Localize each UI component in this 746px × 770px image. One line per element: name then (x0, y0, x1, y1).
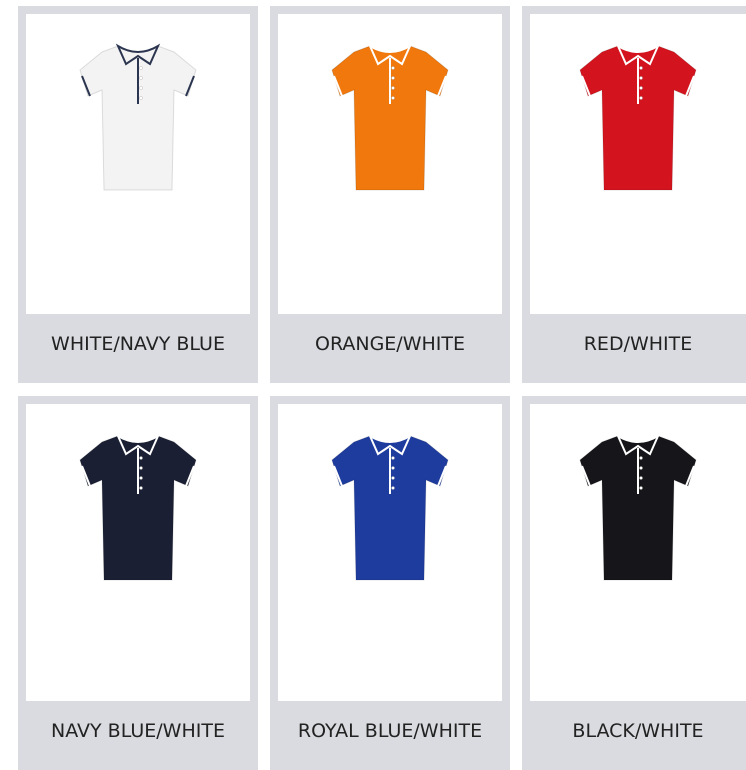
shirt-button (639, 486, 643, 490)
shirt-button (139, 86, 143, 90)
shirt-button (391, 96, 395, 100)
polo-shirt-icon (79, 43, 197, 191)
color-name-label: ROYAL BLUE/WHITE (297, 720, 483, 742)
shirt-button (639, 476, 643, 480)
shirt-button (139, 456, 143, 460)
product-image (278, 404, 502, 701)
color-name-label: NAVY BLUE/WHITE (51, 720, 225, 742)
shirt-button (391, 76, 395, 80)
shirt-button (639, 86, 643, 90)
shirt-button (139, 466, 143, 470)
shirt-button (639, 96, 643, 100)
product-color-card[interactable]: ROYAL BLUE/WHITE (270, 396, 510, 770)
product-image (530, 404, 746, 701)
product-color-card[interactable]: ORANGE/WHITE (270, 6, 510, 383)
color-name-label: RED/WHITE (583, 333, 693, 355)
product-image (26, 404, 250, 701)
shirt-button (391, 466, 395, 470)
polo-shirt-icon (79, 433, 197, 581)
product-image (26, 14, 250, 314)
shirt-button (639, 456, 643, 460)
shirt-button (391, 456, 395, 460)
product-color-card[interactable]: WHITE/NAVY BLUE (18, 6, 258, 383)
shirt-button (639, 66, 643, 70)
product-color-card[interactable]: BLACK/WHITE (522, 396, 746, 770)
shirt-button (639, 76, 643, 80)
polo-shirt-icon (579, 43, 697, 191)
color-name-label: WHITE/NAVY BLUE (51, 333, 225, 355)
polo-shirt-icon (331, 433, 449, 581)
polo-shirt-icon (331, 43, 449, 191)
product-color-card[interactable]: NAVY BLUE/WHITE (18, 396, 258, 770)
product-image (530, 14, 746, 314)
shirt-button (139, 476, 143, 480)
polo-shirt-icon (579, 433, 697, 581)
shirt-button (139, 66, 143, 70)
color-name-label: BLACK/WHITE (572, 720, 704, 742)
shirt-button (139, 76, 143, 80)
shirt-button (391, 86, 395, 90)
shirt-button (139, 96, 143, 100)
shirt-button (139, 486, 143, 490)
shirt-button (391, 486, 395, 490)
product-color-card[interactable]: RED/WHITE (522, 6, 746, 383)
color-name-label: ORANGE/WHITE (314, 333, 465, 355)
product-image (278, 14, 502, 314)
shirt-button (391, 66, 395, 70)
shirt-button (391, 476, 395, 480)
shirt-button (639, 466, 643, 470)
